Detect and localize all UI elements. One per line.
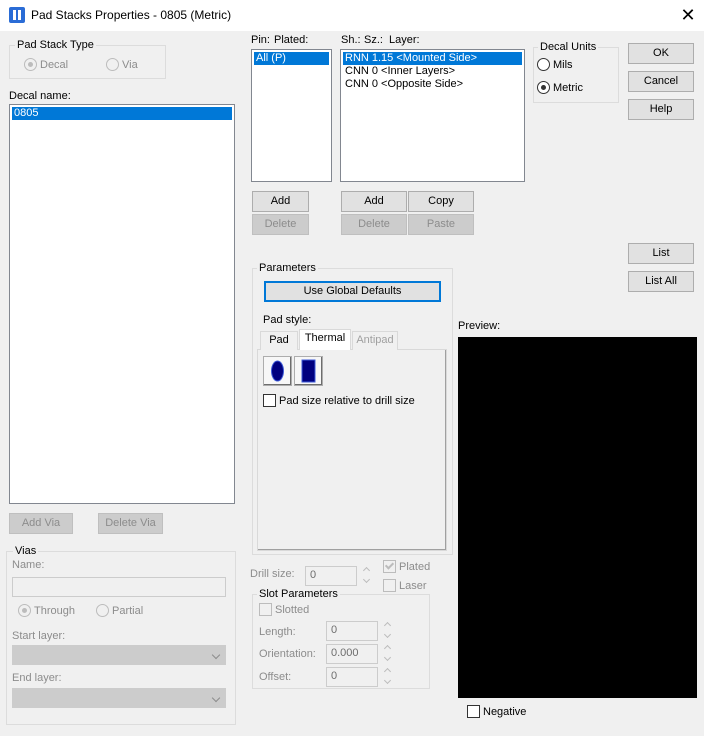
orientation-spinner[interactable] bbox=[384, 644, 392, 664]
layer-delete-button[interactable]: Delete bbox=[341, 214, 407, 235]
plated-label: Plated bbox=[399, 561, 431, 573]
offset-spinner[interactable] bbox=[384, 667, 392, 687]
list-item[interactable]: CNN 0 <Inner Layers> bbox=[343, 65, 522, 78]
decal-name-label: Decal name: bbox=[9, 90, 71, 102]
plated-header: Plated: bbox=[274, 34, 309, 46]
round-pad-button[interactable] bbox=[263, 356, 292, 386]
offset-input[interactable]: 0 bbox=[326, 667, 378, 687]
list-all-button[interactable]: List All bbox=[628, 271, 694, 292]
length-input[interactable]: 0 bbox=[326, 621, 378, 641]
layer-paste-button[interactable]: Paste bbox=[408, 214, 474, 235]
radio-via[interactable] bbox=[106, 58, 119, 71]
negative-checkbox[interactable] bbox=[467, 705, 480, 718]
radio-decal[interactable] bbox=[24, 58, 37, 71]
delete-via-button[interactable]: Delete Via bbox=[98, 513, 163, 534]
vias-group-label: Vias bbox=[13, 545, 39, 557]
radio-mils[interactable] bbox=[537, 58, 550, 71]
use-global-defaults-button[interactable]: Use Global Defaults bbox=[264, 281, 441, 302]
layer-header: Layer: bbox=[389, 34, 420, 46]
square-pad-button[interactable] bbox=[294, 356, 323, 386]
length-label: Length: bbox=[259, 626, 296, 638]
decal-name-list[interactable]: 0805 bbox=[9, 104, 235, 504]
add-via-button[interactable]: Add Via bbox=[9, 513, 73, 534]
slot-parameters-label: Slot Parameters bbox=[257, 588, 340, 600]
decal-units-label: Decal Units bbox=[538, 41, 599, 53]
decal-units-group bbox=[533, 47, 619, 103]
end-layer-select[interactable] bbox=[12, 688, 226, 708]
negative-label: Negative bbox=[483, 706, 527, 718]
pin-header: Pin: bbox=[251, 34, 270, 46]
sh-header: Sh.: bbox=[341, 34, 361, 46]
pad-size-relative-checkbox[interactable] bbox=[263, 394, 276, 407]
preview-label: Preview: bbox=[458, 320, 501, 332]
slotted-checkbox[interactable] bbox=[259, 603, 272, 616]
length-spinner[interactable] bbox=[384, 621, 392, 641]
via-name-label: Name: bbox=[12, 559, 45, 571]
drill-size-input[interactable]: 0 bbox=[305, 566, 357, 586]
radio-mils-label: Mils bbox=[553, 59, 573, 71]
radio-through-label: Through bbox=[34, 605, 75, 617]
tab-thermal[interactable]: Thermal bbox=[299, 329, 351, 350]
radio-metric-label: Metric bbox=[553, 82, 583, 94]
round-pad-icon bbox=[271, 360, 284, 382]
offset-label: Offset: bbox=[259, 671, 292, 683]
slotted-label: Slotted bbox=[275, 604, 310, 616]
drill-size-label: Drill size: bbox=[250, 568, 295, 580]
title-bar: Pad Stacks Properties - 0805 (Metric) ✕ bbox=[0, 0, 704, 31]
orientation-input[interactable]: 0.000 bbox=[326, 644, 378, 664]
preview-canvas[interactable] bbox=[458, 337, 697, 698]
list-item[interactable]: All (P) bbox=[254, 52, 329, 65]
laser-label: Laser bbox=[399, 580, 427, 592]
list-item[interactable]: RNN 1.15 <Mounted Side> bbox=[343, 52, 522, 65]
pad-style-label: Pad style: bbox=[263, 314, 312, 326]
layer-list[interactable]: RNN 1.15 <Mounted Side> CNN 0 <Inner Lay… bbox=[340, 49, 525, 182]
parameters-label: Parameters bbox=[257, 262, 318, 274]
end-layer-label: End layer: bbox=[12, 672, 62, 684]
via-name-input[interactable] bbox=[12, 577, 226, 597]
help-button[interactable]: Help bbox=[628, 99, 694, 120]
radio-via-label: Via bbox=[122, 59, 138, 71]
pad-stack-type-label: Pad Stack Type bbox=[15, 39, 96, 51]
radio-metric[interactable] bbox=[537, 81, 550, 94]
pin-delete-button[interactable]: Delete bbox=[252, 214, 309, 235]
orientation-label: Orientation: bbox=[259, 648, 316, 660]
square-pad-icon bbox=[301, 359, 316, 383]
radio-partial[interactable] bbox=[96, 604, 109, 617]
radio-partial-label: Partial bbox=[112, 605, 144, 617]
pin-list[interactable]: All (P) bbox=[251, 49, 332, 182]
chevron-down-icon bbox=[211, 650, 221, 660]
cancel-button[interactable]: Cancel bbox=[628, 71, 694, 92]
tab-pad[interactable]: Pad bbox=[260, 331, 298, 350]
layer-copy-button[interactable]: Copy bbox=[408, 191, 474, 212]
app-icon bbox=[9, 7, 25, 23]
sz-header: Sz.: bbox=[364, 34, 383, 46]
ok-button[interactable]: OK bbox=[628, 43, 694, 64]
start-layer-select[interactable] bbox=[12, 645, 226, 665]
layer-add-button[interactable]: Add bbox=[341, 191, 407, 212]
close-button[interactable]: ✕ bbox=[672, 0, 704, 31]
window-title: Pad Stacks Properties - 0805 (Metric) bbox=[31, 8, 232, 22]
radio-through[interactable] bbox=[18, 604, 31, 617]
list-item[interactable]: 0805 bbox=[12, 107, 232, 120]
list-item[interactable]: CNN 0 <Opposite Side> bbox=[343, 78, 522, 91]
pad-size-relative-label: Pad size relative to drill size bbox=[279, 395, 415, 407]
laser-checkbox[interactable] bbox=[383, 579, 396, 592]
pin-add-button[interactable]: Add bbox=[252, 191, 309, 212]
plated-checkbox[interactable] bbox=[383, 560, 396, 573]
list-button[interactable]: List bbox=[628, 243, 694, 264]
radio-decal-label: Decal bbox=[40, 59, 69, 71]
start-layer-label: Start layer: bbox=[12, 630, 66, 642]
chevron-down-icon bbox=[211, 693, 221, 703]
tab-antipad[interactable]: Antipad bbox=[352, 331, 398, 350]
drill-size-spinner[interactable] bbox=[363, 566, 371, 586]
